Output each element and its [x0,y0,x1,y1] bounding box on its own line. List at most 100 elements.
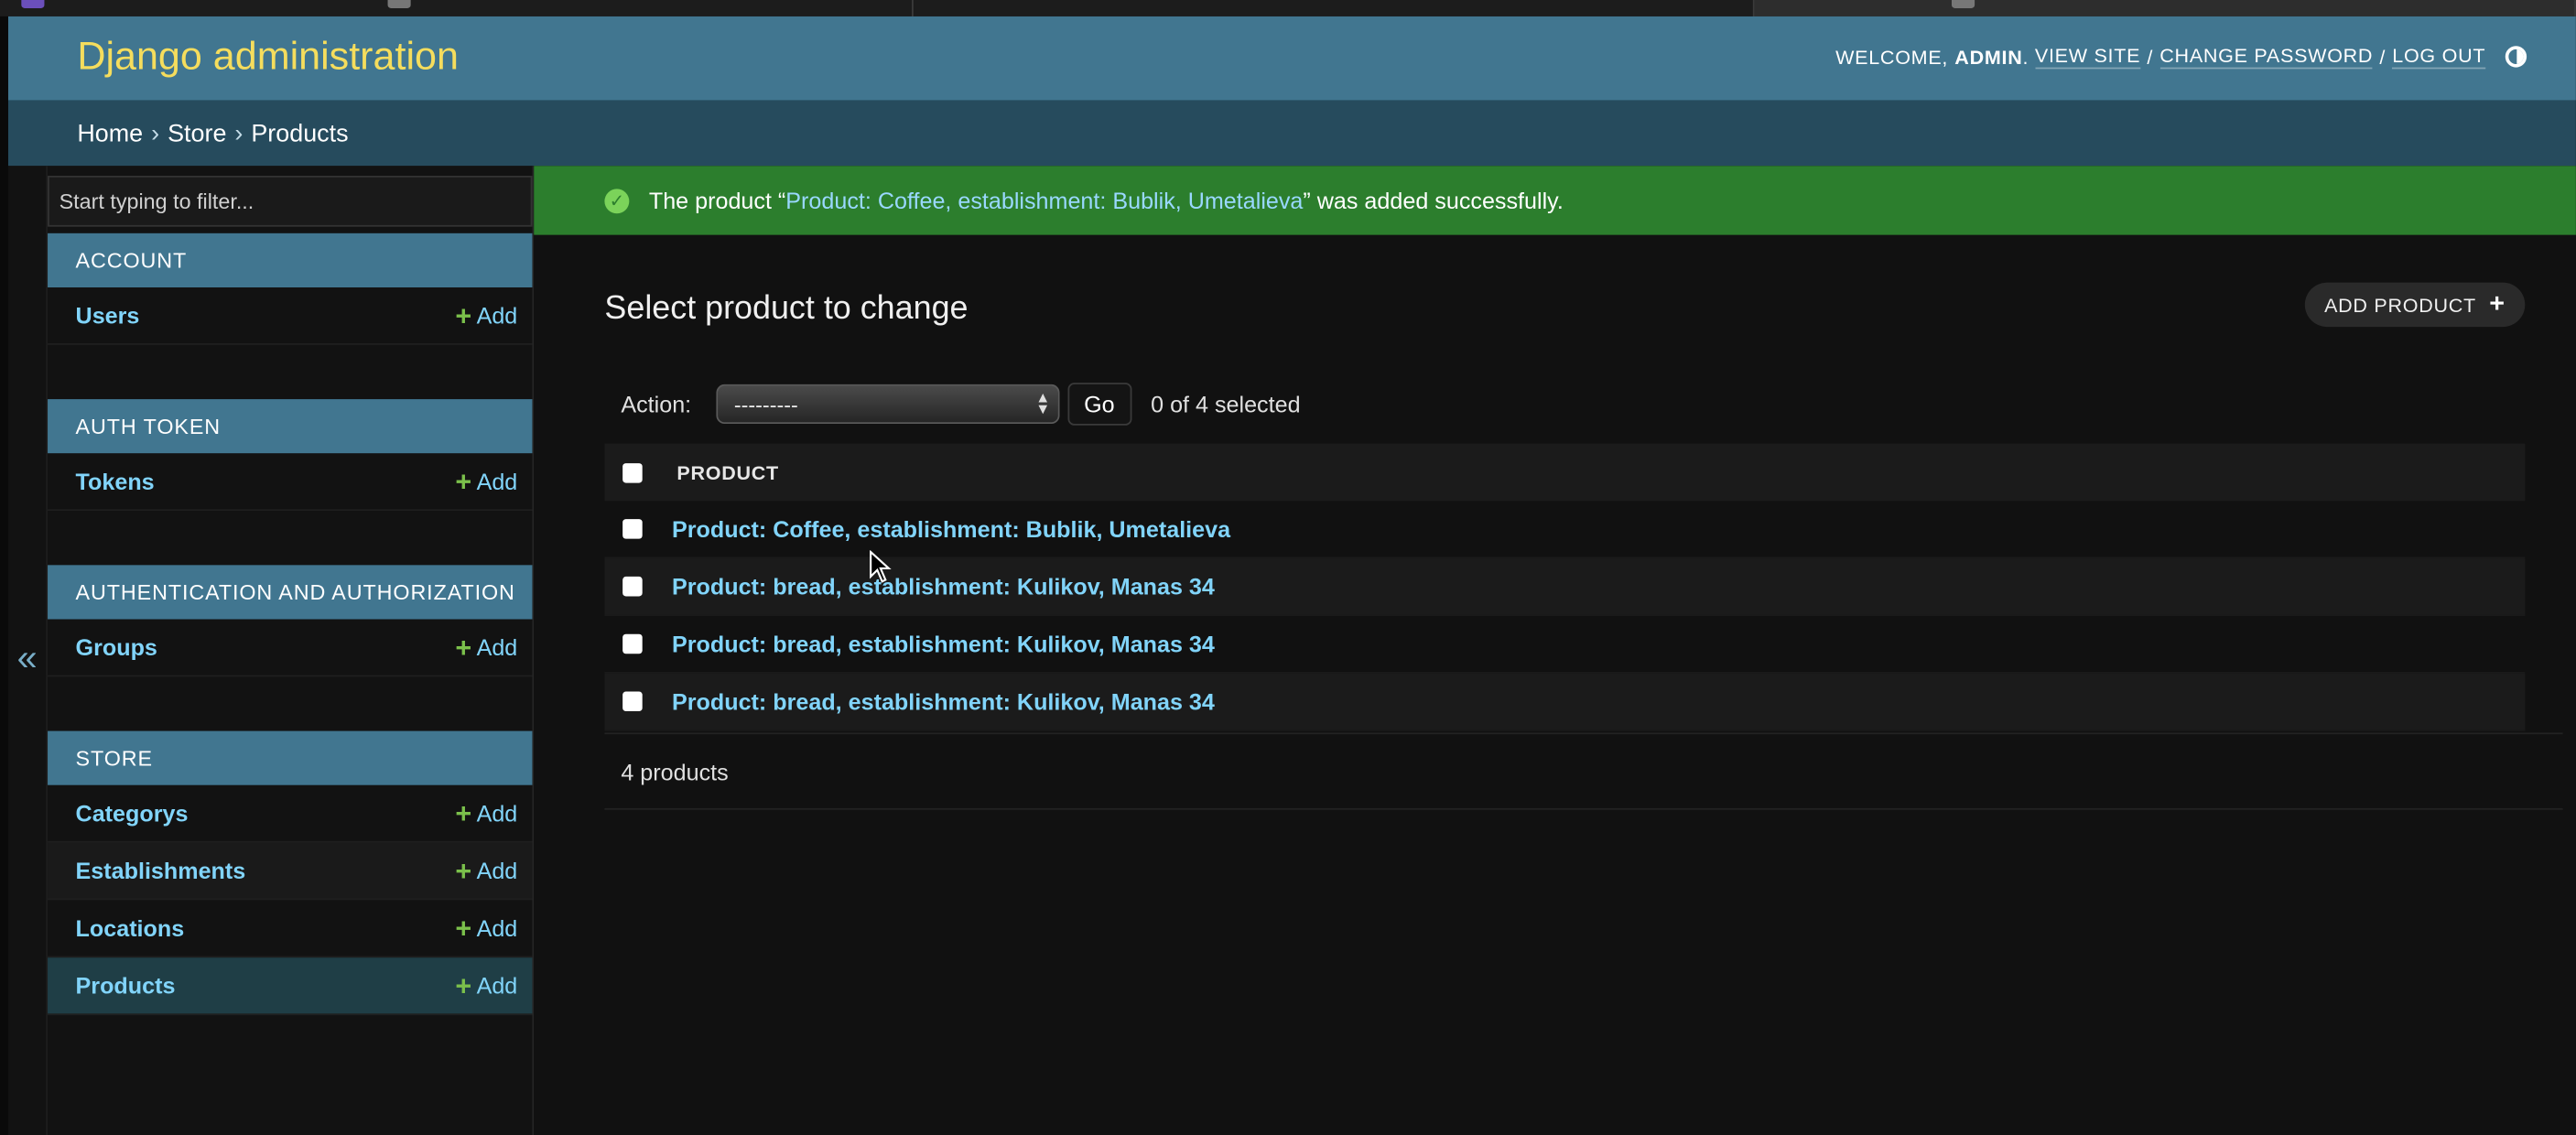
toggle-nav-sidebar[interactable]: « [7,166,49,1135]
add-label: Add [476,302,518,329]
add-label: Add [476,799,518,827]
double-chevron-left-icon: « [16,637,38,679]
model-link[interactable]: Groups [76,634,157,661]
module-caption[interactable]: AUTH TOKEN [48,399,533,454]
theme-toggle-icon[interactable] [2505,46,2527,68]
add-tokens-button[interactable]: + Add [455,468,517,496]
model-link[interactable]: Categorys [76,800,189,827]
plus-icon: + [2489,289,2506,319]
message-suffix: ” was added successfully. [1303,187,1564,214]
success-message: ✓ The product “Product: Coffee, establis… [534,166,2576,235]
row-checkbox[interactable] [622,576,643,597]
separator: / [2379,45,2387,69]
view-site-link[interactable]: VIEW SITE [2034,44,2141,70]
plus-icon: + [455,912,472,944]
add-categorys-button[interactable]: + Add [455,799,517,827]
add-establishments-button[interactable]: + Add [455,857,517,885]
table-header: PRODUCT [604,443,2526,502]
module-account: ACCOUNT Users + Add [48,232,533,345]
paginator: 4 products [604,732,2563,810]
column-header-product[interactable]: PRODUCT [676,460,779,483]
model-link[interactable]: Establishments [76,858,246,884]
admin-page: Django administration WELCOME, ADMIN. VI… [0,0,2576,1135]
sidebar-item-groups: Groups + Add [48,619,533,677]
add-label: Add [476,972,518,1000]
check-circle-icon: ✓ [604,188,630,213]
model-link[interactable]: Locations [76,915,185,942]
product-link[interactable]: Product: bread, establishment: Kulikov, … [672,688,1215,715]
separator: / [2147,45,2154,69]
breadcrumb-separator: › [234,119,244,147]
sidebar-item-establishments: Establishments + Add [48,842,533,901]
module-store: STORE Categorys + Add Establishments + Add… [48,730,533,1016]
plus-icon: + [455,465,472,497]
module-caption[interactable]: AUTHENTICATION AND AUTHORIZATION [48,565,533,620]
add-products-button[interactable]: + Add [455,972,517,1000]
log-out-link[interactable]: LOG OUT [2392,44,2486,70]
module-auth-token: AUTH TOKEN Tokens + Add [48,399,533,512]
row-checkbox[interactable] [622,633,643,654]
breadcrumb-home[interactable]: Home [77,119,143,147]
add-groups-button[interactable]: + Add [455,633,517,662]
result-list: PRODUCT Product: Coffee, establishment: … [604,443,2526,731]
add-product-label: ADD PRODUCT [2324,293,2476,317]
module-authentication: AUTHENTICATION AND AUTHORIZATION Groups … [48,565,533,677]
table-row: Product: bread, establishment: Kulikov, … [604,558,2526,616]
sidebar-item-users: Users + Add [48,287,533,345]
browser-tab-active[interactable] [1754,0,2576,16]
message-prefix: The product “ [648,187,786,214]
product-link[interactable]: Product: bread, establishment: Kulikov, … [672,631,1215,657]
message-object-link[interactable]: Product: Coffee, establishment: Bublik, … [785,188,1303,214]
page-title: Select product to change [604,290,969,328]
table-row: Product: Coffee, establishment: Bublik, … [604,501,2526,559]
row-checkbox[interactable] [622,519,643,539]
row-checkbox[interactable] [622,691,643,712]
site-name[interactable]: Django administration [77,35,459,81]
breadcrumb: Home › Store › Products [7,100,2576,167]
model-link[interactable]: Users [76,302,140,329]
change-password-link[interactable]: CHANGE PASSWORD [2159,44,2374,70]
add-label: Add [476,468,518,495]
nav-sidebar: ACCOUNT Users +Add AUTH TOKEN Tokens +Ad… [48,166,535,1135]
table-row: Product: bread, establishment: Kulikov, … [604,616,2526,674]
mouse-cursor-icon [870,550,892,583]
breadcrumb-separator: › [151,119,160,147]
add-users-button[interactable]: + Add [455,301,517,330]
module-caption[interactable]: STORE [48,730,533,785]
admin-header: Django administration WELCOME, ADMIN. VI… [7,16,2576,101]
model-link[interactable]: Tokens [76,468,155,494]
plus-icon: + [455,797,472,829]
product-link[interactable]: Product: bread, establishment: Kulikov, … [672,573,1215,600]
go-button[interactable]: Go [1067,383,1131,426]
breadcrumb-store[interactable]: Store [168,119,226,147]
browser-tab[interactable] [914,0,1755,16]
tab-favicon-icon [1951,0,1975,8]
add-label: Add [476,914,518,942]
action-select[interactable]: --------- ▲ ▼ [716,384,1060,425]
plus-icon: + [455,969,472,1001]
browser-tab[interactable] [0,0,914,16]
add-label: Add [476,857,518,884]
username: ADMIN [1954,45,2023,69]
user-tools: WELCOME, ADMIN. VIEW SITE / CHANGE PASSW… [1835,44,2527,70]
tab-favicon-icon [387,0,411,8]
sidebar-item-tokens: Tokens + Add [48,453,533,512]
add-product-button[interactable]: ADD PRODUCT + [2304,282,2526,328]
selection-counter: 0 of 4 selected [1151,391,1301,417]
sidebar-item-locations: Locations + Add [48,900,533,958]
product-link[interactable]: Product: Coffee, establishment: Bublik, … [672,516,1230,543]
breadcrumb-current: Products [251,119,349,147]
add-locations-button[interactable]: + Add [455,914,517,943]
sidebar-item-products: Products + Add [48,957,533,1016]
sidebar-item-categorys: Categorys + Add [48,784,533,843]
add-label: Add [476,633,518,661]
table-row: Product: bread, establishment: Kulikov, … [604,673,2526,731]
action-select-value: --------- [733,392,798,416]
model-link[interactable]: Products [76,972,176,999]
module-caption[interactable]: ACCOUNT [48,232,533,288]
actions-bar: Action: --------- ▲ ▼ Go 0 of 4 selected [604,383,1301,426]
select-arrows-icon: ▲ ▼ [1035,389,1051,417]
nav-filter-input[interactable] [48,176,533,227]
select-all-checkbox[interactable] [622,462,643,482]
browser-tab-strip [0,0,2576,16]
